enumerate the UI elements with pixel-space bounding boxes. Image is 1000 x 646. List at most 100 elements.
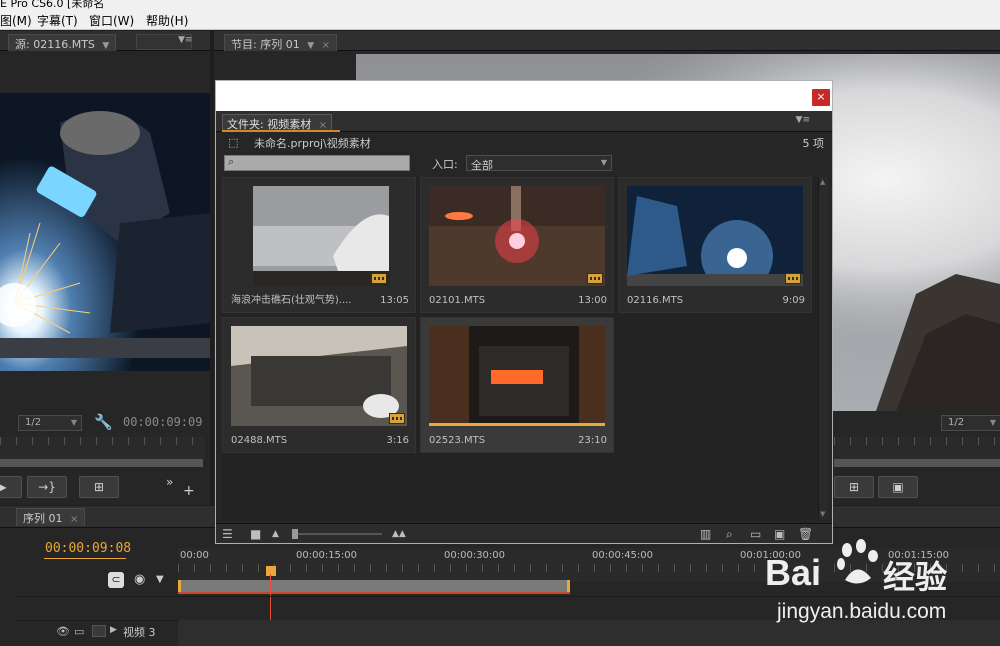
source-monitor-panel: 源: 02116.MTS ▼ ▼≡ 1/2 ▼ 🔧 00:00:09:09 ▶ … <box>0 31 210 505</box>
source-ruler <box>0 437 205 467</box>
panel-menu-icon[interactable]: ▼≡ <box>796 115 810 125</box>
eye-icon[interactable]: 👁 <box>56 625 70 638</box>
search-input[interactable]: ⌕ <box>224 155 410 171</box>
chevron-right-icon[interactable]: ▶ <box>110 625 117 635</box>
ruler-label: 00:00:15:00 <box>296 550 358 561</box>
play-button[interactable]: ▶ <box>0 476 22 498</box>
item-name: 02116.MTS <box>627 295 684 306</box>
list-item[interactable]: 02101.MTS 13:00 <box>420 177 614 313</box>
watermark-url: jingyan.baidu.com <box>777 600 947 623</box>
tab-program[interactable]: 节目: 序列 01 ▼ × <box>224 34 338 51</box>
marker-icon[interactable]: ◉ <box>134 572 145 587</box>
bin-path: 未命名.prproj\视频素材 <box>254 137 371 150</box>
watermark-brand-suffix: 经验 <box>883 558 948 596</box>
thumb-progress-bar <box>429 423 605 426</box>
program-zoom-bar[interactable] <box>834 459 1000 467</box>
bin-grid: 海浪冲击礁石(壮观气势).... 13:05 02101.MTS 13:00 0… <box>222 177 818 519</box>
source-resolution-select[interactable]: 1/2 ▼ <box>18 415 82 431</box>
bin-bottom-bar: ☰ ■ ▲ ▲▲ ▥ ⌕ ▭ ▣ 🗑 <box>216 523 832 543</box>
item-duration: 9:09 <box>782 295 805 306</box>
add-button-icon[interactable]: + <box>183 483 195 499</box>
zoom-slider-thumb[interactable] <box>292 529 298 539</box>
source-tab-prefix: 源: <box>15 38 30 51</box>
film-badge-icon <box>371 273 387 284</box>
bin-item-count: 5 项 <box>802 137 825 150</box>
track-label: 视频 3 <box>123 626 156 639</box>
close-icon[interactable]: × <box>322 40 330 51</box>
item-name: 02101.MTS <box>429 295 486 306</box>
film-badge-icon <box>587 273 603 284</box>
tab-bin[interactable]: 文件夹: 视频素材 × <box>222 114 333 131</box>
thumbnail <box>231 326 407 426</box>
thumbnail <box>429 186 605 286</box>
list-item[interactable]: 02116.MTS 9:09 <box>618 177 812 313</box>
lift-button[interactable]: ⊞ <box>834 476 874 498</box>
automate-icon[interactable]: ▥ <box>700 528 711 540</box>
entry-label: 入口: <box>432 158 458 171</box>
chevron-up-icon[interactable]: ▲ <box>820 178 825 186</box>
window-title: E Pro CS6.0 [未命名 <box>0 0 105 9</box>
zoom-out-icon[interactable]: ▲ <box>272 528 279 540</box>
wrench-icon[interactable]: 🔧 <box>94 413 113 431</box>
watermark: Bai 经验 jingyan.baidu.com <box>765 538 995 628</box>
menu-help[interactable]: 帮助(H) <box>146 12 188 29</box>
chevron-down-icon: ▼ <box>70 418 77 427</box>
lock-toggle[interactable] <box>92 625 106 637</box>
item-duration: 13:00 <box>578 295 607 306</box>
sequence-tab-label: 序列 01 <box>23 512 63 525</box>
menu-sequence[interactable]: 图(M) <box>0 12 32 29</box>
sync-lock-icon[interactable]: ▭ <box>74 625 84 638</box>
more-controls-icon[interactable]: » <box>166 475 173 489</box>
insert-button[interactable]: →} <box>27 476 67 498</box>
entry-select[interactable]: 全部 ▼ <box>466 155 612 172</box>
watermark-brand: Bai <box>765 552 822 593</box>
panel-menu-icon[interactable]: ▼≡ <box>178 35 192 45</box>
timeline-timecode: 00:00:09:08 <box>45 541 132 556</box>
export-frame-button[interactable]: ⊞ <box>79 476 119 498</box>
program-resolution-select[interactable]: 1/2 ▼ <box>941 415 1000 431</box>
search-icon: ⌕ <box>228 155 235 168</box>
chevron-down-icon[interactable]: ▼ <box>820 510 825 518</box>
close-icon[interactable]: × <box>70 514 78 525</box>
bin-scrollbar[interactable]: ▲ ▼ <box>818 177 828 519</box>
program-resolution-value: 1/2 <box>948 417 965 428</box>
chevron-down-icon[interactable]: ▼ <box>102 41 109 51</box>
list-view-icon[interactable]: ☰ <box>222 528 233 540</box>
ruler-label: 00:00:30:00 <box>444 550 506 561</box>
source-zoom-bar[interactable] <box>0 459 203 467</box>
chevron-down-icon: ▼ <box>600 158 607 167</box>
menu-title[interactable]: 字幕(T) <box>37 12 78 29</box>
item-duration: 3:16 <box>386 435 409 446</box>
thumbnail <box>253 186 389 286</box>
chevron-down-icon: ▼ <box>989 418 996 427</box>
film-badge-icon <box>785 273 801 284</box>
tab-source[interactable]: 源: 02116.MTS ▼ <box>8 34 117 51</box>
list-item[interactable]: 02488.MTS 3:16 <box>222 317 416 453</box>
snap-icon[interactable]: ⊂ <box>108 572 124 588</box>
new-bin-icon[interactable]: ▭ <box>750 528 761 540</box>
close-icon[interactable]: × <box>812 89 830 106</box>
list-item[interactable]: 02523.MTS 23:10 <box>420 317 614 453</box>
item-duration: 13:05 <box>380 295 409 306</box>
menu-bar: 图(M) 字幕(T) 窗口(W) 帮助(H) <box>0 9 1000 30</box>
source-resolution-value: 1/2 <box>25 417 42 428</box>
source-timecode: 00:00:09:09 <box>123 415 203 429</box>
folder-up-icon[interactable]: ⬚ <box>228 136 238 149</box>
zoom-in-icon[interactable]: ▲▲ <box>392 528 406 540</box>
search-icon[interactable]: ⌕ <box>726 528 733 540</box>
list-item[interactable]: 海浪冲击礁石(壮观气势).... 13:05 <box>222 177 416 313</box>
add-marker-icon[interactable]: ▼ <box>156 574 164 585</box>
thumbnail <box>627 186 803 286</box>
program-ruler <box>834 437 1000 467</box>
ruler-label: 00:00 <box>180 550 209 561</box>
tab-sequence[interactable]: 序列 01 × <box>16 508 86 526</box>
chevron-down-icon[interactable]: ▼ <box>307 41 314 51</box>
item-duration: 23:10 <box>578 435 607 446</box>
paw-icon <box>833 538 883 588</box>
zoom-slider[interactable] <box>292 533 382 535</box>
bin-window-titlebar[interactable]: × <box>216 81 832 111</box>
icon-view-icon[interactable]: ■ <box>250 528 261 540</box>
playhead-handle[interactable] <box>266 566 276 576</box>
camera-icon[interactable]: ▣ <box>878 476 918 498</box>
menu-window[interactable]: 窗口(W) <box>89 12 134 29</box>
